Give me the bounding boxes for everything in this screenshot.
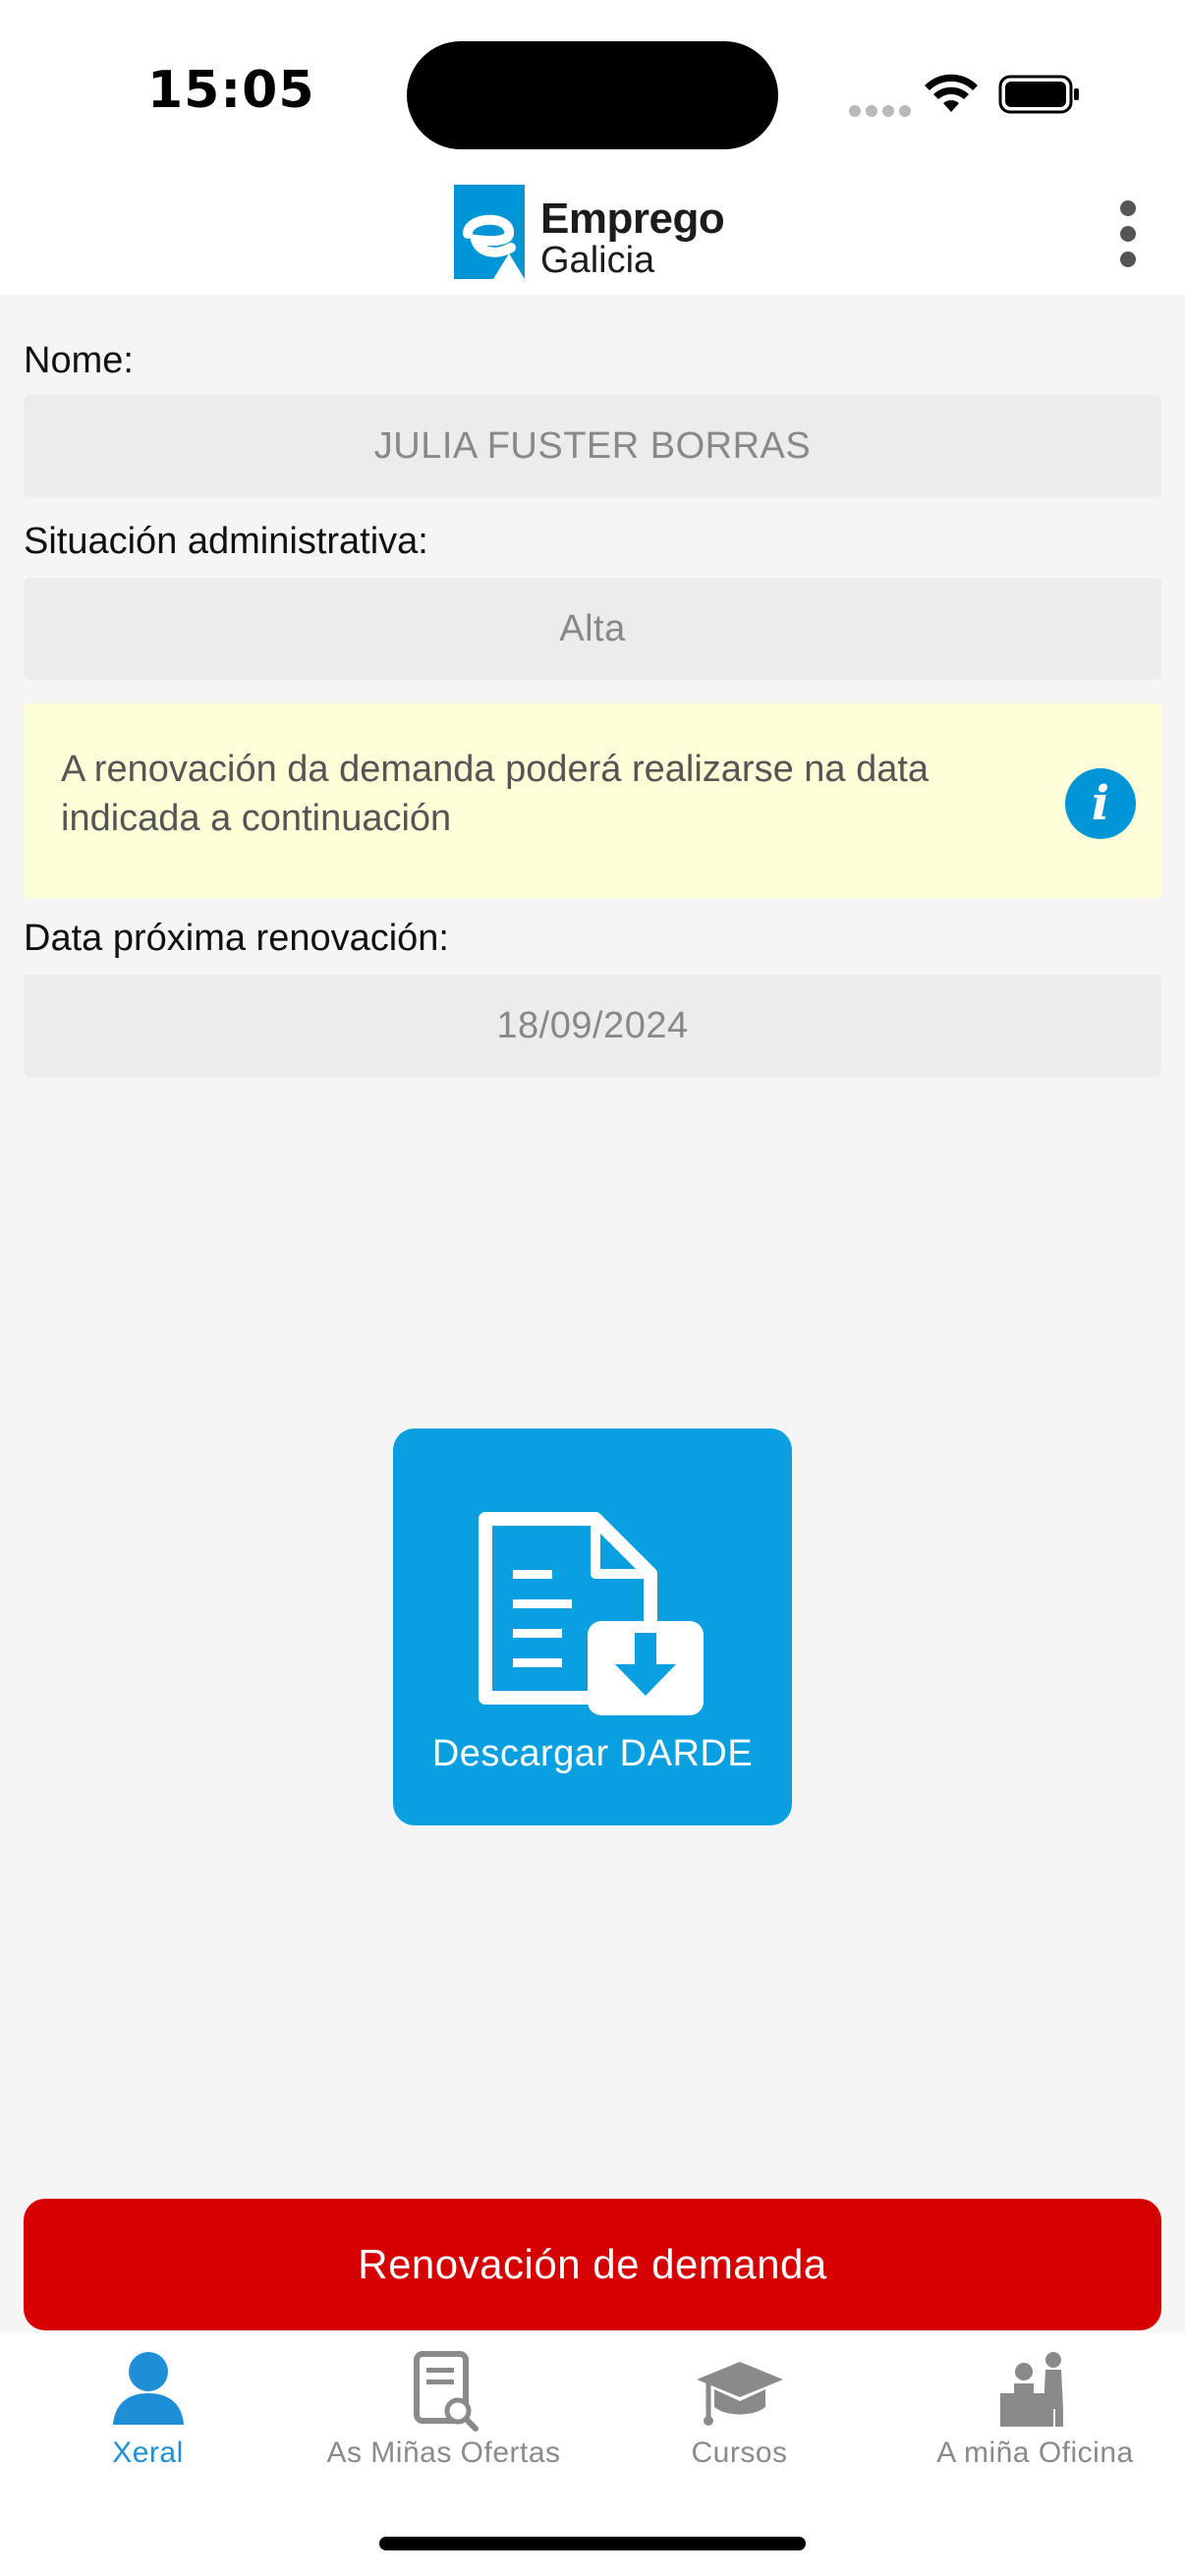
tab-a-mina-oficina[interactable]: A miña Oficina bbox=[887, 2332, 1183, 2480]
tab-xeral[interactable]: Xeral bbox=[0, 2332, 296, 2480]
renewal-notice: A renovación da demanda poderá realizars… bbox=[24, 703, 1161, 898]
next-renewal-value: 18/09/2024 bbox=[24, 975, 1161, 1077]
graduation-cap-icon bbox=[696, 2362, 783, 2426]
wifi-icon bbox=[925, 74, 978, 112]
download-darde-label: Descargar DARDE bbox=[431, 1733, 754, 1774]
logo-mark-icon bbox=[454, 185, 525, 279]
emprego-galicia-logo: Emprego Galicia bbox=[454, 185, 739, 287]
renew-demand-button[interactable]: Renovación de demanda bbox=[24, 2199, 1161, 2330]
status-label: Situación administrativa: bbox=[24, 521, 428, 562]
more-options-icon[interactable] bbox=[1114, 200, 1142, 271]
tab-as-minas-ofertas[interactable]: As Miñas Ofertas bbox=[296, 2332, 592, 2480]
status-value: Alta bbox=[24, 578, 1161, 680]
tab-label: As Miñas Ofertas bbox=[326, 2436, 561, 2469]
office-people-icon bbox=[999, 2352, 1063, 2427]
app-header: Emprego Galicia bbox=[0, 177, 1185, 295]
tab-cursos[interactable]: Cursos bbox=[592, 2332, 887, 2480]
tab-label: A miña Oficina bbox=[936, 2436, 1134, 2469]
name-value: JULIA FUSTER BORRAS bbox=[24, 395, 1161, 497]
tab-label: Xeral bbox=[112, 2436, 184, 2469]
download-darde-button[interactable]: Descargar DARDE bbox=[393, 1428, 792, 1825]
next-renewal-label: Data próxima renovación: bbox=[24, 918, 449, 959]
logo-text-emprego: Emprego bbox=[540, 195, 725, 243]
status-time: 15:05 bbox=[147, 61, 315, 120]
status-bar: 15:05 bbox=[0, 0, 1185, 177]
info-icon[interactable]: i bbox=[1065, 768, 1136, 839]
battery-icon bbox=[998, 75, 1079, 114]
cellular-signal-icon bbox=[849, 102, 916, 121]
home-indicator[interactable] bbox=[379, 2537, 806, 2550]
document-search-icon bbox=[413, 2351, 479, 2432]
document-download-icon bbox=[479, 1512, 704, 1715]
dynamic-island bbox=[407, 41, 778, 149]
name-label: Nome: bbox=[24, 340, 134, 381]
user-icon bbox=[112, 2352, 184, 2425]
tab-label: Cursos bbox=[691, 2436, 788, 2469]
logo-text-galicia: Galicia bbox=[540, 240, 655, 281]
renewal-notice-text: A renovación da demanda poderá realizars… bbox=[61, 749, 930, 839]
